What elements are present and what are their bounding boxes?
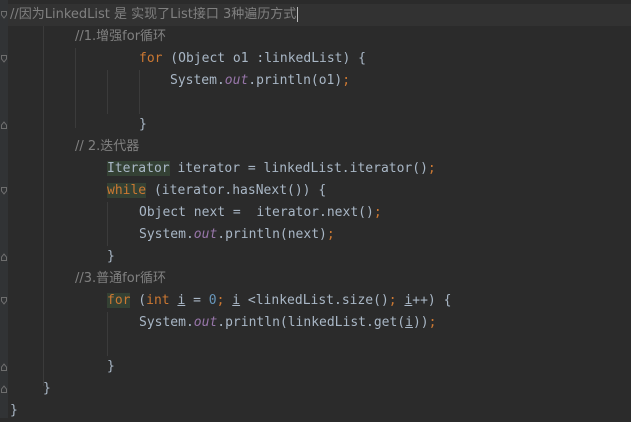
comment-text: //3.普通for循环: [75, 271, 167, 286]
code-line-comment2[interactable]: // 2.迭代器: [75, 136, 139, 158]
code-line-print3[interactable]: System.out.println(linkedList.get(i));: [139, 312, 436, 334]
code-text: ++) {: [412, 293, 452, 308]
fold-arrow-icon[interactable]: [1, 11, 7, 19]
code-text: .println(next): [217, 227, 327, 242]
indent-guide: [107, 312, 108, 356]
text-caret: [297, 7, 299, 22]
fold-arrow-icon[interactable]: [1, 187, 7, 195]
number-literal: 0: [208, 293, 217, 308]
code-line-close-class[interactable]: }: [10, 400, 18, 422]
code-line-for-index[interactable]: for (int i = 0; i <linkedList.size(); i+…: [107, 290, 451, 312]
code-line-close-method[interactable]: }: [43, 378, 51, 400]
indent-guide: [107, 202, 108, 246]
code-line-comment-header[interactable]: //因为LinkedList 是 实现了List接口 3种遍历方式: [10, 4, 299, 26]
static-field-out: out: [193, 315, 218, 330]
code-text: )): [412, 315, 429, 330]
code-text: System.: [139, 315, 194, 330]
fold-end-icon[interactable]: [1, 121, 7, 129]
brace: }: [43, 381, 51, 396]
comment-text: //1.增强for循环: [75, 29, 167, 44]
code-line-comment1[interactable]: //1.增强for循环: [75, 26, 166, 48]
code-line-while[interactable]: while (iterator.hasNext()) {: [107, 180, 326, 202]
brace: }: [107, 359, 115, 374]
code-text: (Object o1 :linkedList) {: [162, 51, 366, 66]
variable-i: i: [232, 293, 241, 308]
brace: }: [10, 403, 18, 418]
indent-guide: [139, 70, 140, 114]
indent-guide: [43, 26, 44, 386]
code-text: .println(o1): [248, 73, 343, 88]
code-text: .println(linkedList.get(: [217, 315, 406, 330]
indent-guide: [75, 48, 76, 128]
code-line-for-each[interactable]: for (Object o1 :linkedList) {: [139, 48, 366, 70]
code-text: iterator = linkedList.iterator(): [169, 161, 428, 176]
code-line-close1[interactable]: }: [139, 114, 147, 136]
code-text: (: [130, 293, 147, 308]
code-line-next[interactable]: Object next = iterator.next();: [139, 202, 382, 224]
fold-arrow-icon[interactable]: [1, 55, 7, 63]
code-text: (iterator.hasNext()) {: [146, 183, 327, 198]
semicolon: ;: [326, 227, 335, 242]
semicolon: ;: [373, 205, 382, 220]
code-text: =: [185, 293, 209, 308]
code-line-print1[interactable]: System.out.println(o1);: [170, 70, 350, 92]
static-field-out: out: [224, 73, 249, 88]
semicolon: ;: [427, 161, 436, 176]
keyword-for: for: [107, 293, 131, 308]
indent-guide: [107, 70, 108, 114]
variable-i: i: [405, 315, 413, 330]
code-line-print2[interactable]: System.out.println(next);: [139, 224, 335, 246]
brace: }: [107, 249, 115, 264]
code-text: System.: [139, 227, 194, 242]
fold-end-icon[interactable]: [1, 385, 7, 393]
fold-end-icon[interactable]: [1, 363, 7, 371]
code-line-close2[interactable]: }: [107, 246, 115, 268]
type-iterator: Iterator: [107, 161, 170, 176]
static-field-out: out: [193, 227, 218, 242]
semicolon: ;: [342, 73, 351, 88]
code-line-close3[interactable]: }: [107, 356, 115, 378]
code-text: Object next = iterator.next(): [139, 205, 374, 220]
fold-end-icon[interactable]: [1, 253, 7, 261]
keyword-for: for: [139, 51, 163, 66]
keyword-int: int: [146, 293, 170, 308]
semicolon: ;: [388, 293, 397, 308]
comment-text: // 2.迭代器: [75, 139, 140, 154]
code-text: <linkedList.size(): [240, 293, 389, 308]
keyword-while: while: [107, 183, 147, 198]
brace: }: [139, 117, 147, 132]
code-line-iterator[interactable]: Iterator iterator = linkedList.iterator(…: [107, 158, 436, 180]
comment-text: //因为LinkedList 是 实现了List接口 3种遍历方式: [10, 7, 297, 22]
semicolon: ;: [428, 315, 437, 330]
code-line-comment3[interactable]: //3.普通for循环: [75, 268, 166, 290]
code-text: System.: [170, 73, 225, 88]
fold-arrow-icon[interactable]: [1, 297, 7, 305]
